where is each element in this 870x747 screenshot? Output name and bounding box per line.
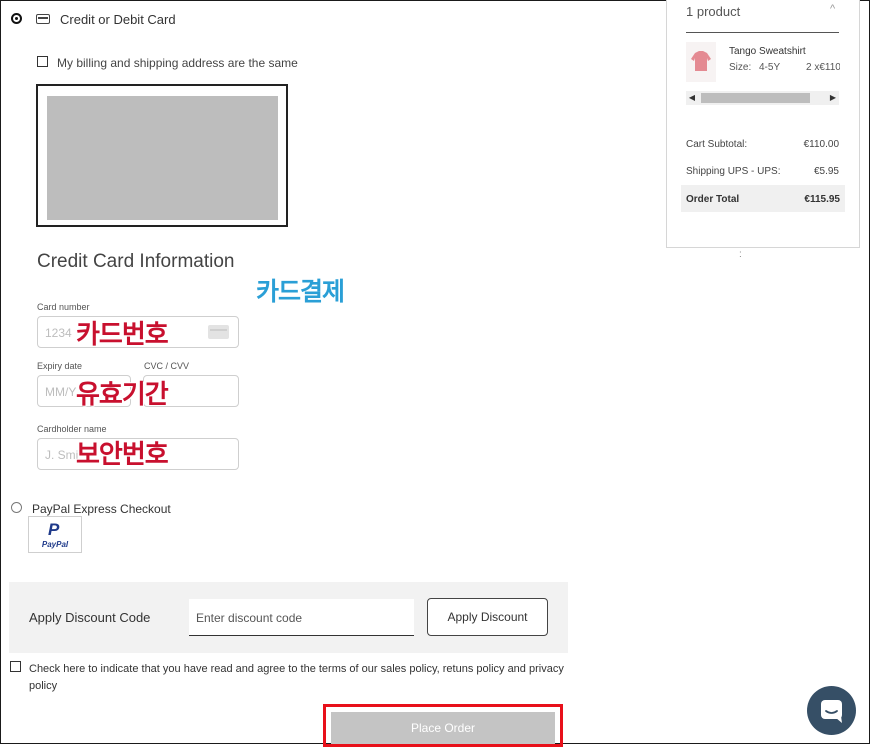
- billing-same-checkbox[interactable]: [37, 56, 48, 67]
- product-qty-price: 2 x€110: [806, 62, 840, 73]
- horizontal-scrollbar[interactable]: ◀ ▶: [686, 91, 839, 105]
- chevron-up-icon[interactable]: ^: [830, 3, 835, 15]
- annotation-card-number: 카드번호: [76, 319, 169, 349]
- order-summary-panel: 1 product ^ Tango Sweatshirt Size: 4-5Y …: [666, 0, 860, 248]
- credit-card-info-title: Credit Card Information: [37, 251, 235, 272]
- annotation-card-payment: 카드결제: [256, 278, 345, 306]
- paypal-p-icon: P: [48, 520, 60, 539]
- credit-card-icon: [36, 14, 50, 24]
- chat-button[interactable]: [807, 686, 856, 735]
- cart-subtotal-label: Cart Subtotal:: [686, 139, 748, 150]
- discount-input[interactable]: Enter discount code: [189, 599, 414, 636]
- product-size-label: Size:: [729, 62, 752, 73]
- product-name: Tango Sweatshirt: [729, 46, 806, 57]
- scrollbar-thumb[interactable]: [701, 93, 810, 103]
- card-brand-icon: [208, 325, 229, 339]
- cardholder-label: Cardholder name: [37, 424, 107, 434]
- product-size-value: 4-5Y: [759, 62, 781, 73]
- cardholder-placeholder: J. Smi: [45, 448, 79, 462]
- paypal-logo[interactable]: P PayPal: [28, 516, 82, 553]
- annotation-expiry: 유효기간: [76, 379, 169, 409]
- panel-resize-handle[interactable]: :: [739, 249, 742, 260]
- billing-same-label: My billing and shipping address are the …: [57, 56, 298, 70]
- order-total-label: Order Total: [686, 194, 740, 205]
- scroll-left-icon[interactable]: ◀: [687, 92, 697, 104]
- discount-label: Apply Discount Code: [29, 610, 151, 625]
- paypal-option-label: PayPal Express Checkout: [32, 502, 171, 516]
- card-preview-image: [47, 96, 278, 220]
- shipping-label: Shipping UPS - UPS:: [686, 166, 781, 177]
- annotation-security-code: 보안번호: [76, 439, 169, 469]
- card-preview-frame: [36, 84, 288, 227]
- apply-discount-button[interactable]: Apply Discount: [427, 598, 548, 636]
- terms-label: Check here to indicate that you have rea…: [29, 663, 564, 692]
- chat-icon: [821, 700, 842, 723]
- paypal-radio[interactable]: [11, 502, 22, 513]
- terms-checkbox[interactable]: [10, 661, 21, 672]
- discount-section: Apply Discount Code Enter discount code …: [9, 582, 568, 653]
- product-thumbnail: [686, 42, 716, 82]
- card-number-label: Card number: [37, 302, 90, 312]
- summary-divider: [686, 32, 839, 33]
- expiry-placeholder: MM/Y: [45, 385, 77, 399]
- sweatshirt-icon: [691, 51, 711, 71]
- expiry-label: Expiry date: [37, 361, 83, 371]
- order-total-row: Order Total €115.95: [681, 185, 845, 212]
- scroll-right-icon[interactable]: ▶: [828, 92, 838, 104]
- place-order-highlight: Place Order: [323, 704, 563, 747]
- order-total-value: €115.95: [804, 194, 840, 205]
- cvc-label: CVC / CVV: [144, 361, 190, 371]
- place-order-button[interactable]: Place Order: [331, 712, 555, 744]
- card-number-placeholder: 1234: [45, 326, 72, 340]
- product-count: 1 product: [686, 4, 741, 19]
- shipping-value: €5.95: [813, 166, 839, 177]
- credit-card-radio[interactable]: [11, 13, 22, 24]
- cart-subtotal-value: €110.00: [803, 139, 839, 150]
- paypal-logo-text: PayPal: [41, 540, 69, 549]
- discount-placeholder: Enter discount code: [196, 611, 303, 625]
- credit-card-option-label: Credit or Debit Card: [60, 12, 176, 27]
